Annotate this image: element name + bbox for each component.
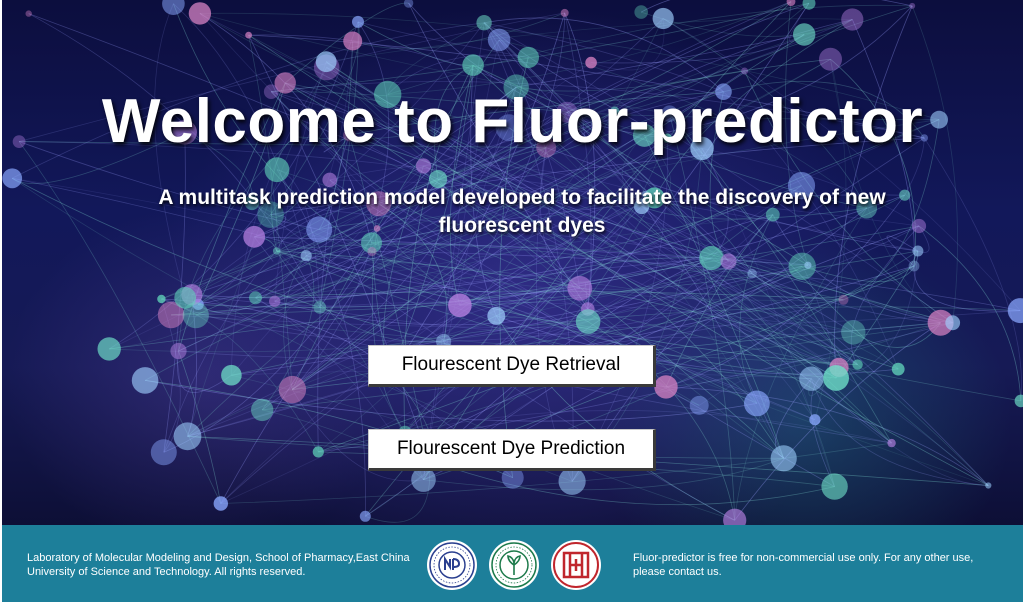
network-node [367, 246, 377, 257]
network-node [852, 359, 863, 370]
footer-license-notice: Fluor-predictor is free for non-commerci… [633, 552, 974, 578]
network-node [699, 245, 724, 271]
network-node [652, 7, 674, 30]
network-node [887, 438, 896, 448]
network-node [770, 445, 797, 472]
network-node [891, 362, 905, 376]
network-node [909, 2, 916, 9]
page-title: Welcome to Fluor-predictor [101, 87, 924, 156]
school-of-pharmacy-logo [489, 540, 539, 590]
network-node [799, 366, 824, 391]
network-node [251, 398, 274, 422]
network-node [188, 2, 212, 25]
hero-banner: Welcome to Fluor-predictor A multitask p… [2, 0, 1023, 525]
network-node [2, 168, 23, 189]
network-node [25, 10, 32, 17]
network-node [462, 54, 484, 76]
network-node [272, 247, 281, 255]
network-node [585, 56, 597, 69]
network-node [487, 306, 506, 325]
network-node [249, 291, 262, 305]
network-node [821, 473, 848, 500]
network-node [278, 375, 307, 404]
network-node [476, 15, 492, 31]
network-node [352, 15, 364, 28]
network-node [823, 365, 849, 391]
network-node [654, 375, 678, 399]
network-node [567, 275, 593, 301]
network-node [487, 28, 511, 52]
network-node [841, 8, 864, 31]
network-node [558, 467, 586, 495]
network-node [173, 422, 202, 451]
network-node [912, 245, 924, 257]
network-node [315, 51, 337, 73]
network-node [809, 414, 821, 426]
network-node [174, 286, 197, 309]
network-node [804, 261, 812, 269]
network-node [1014, 394, 1023, 408]
dye-retrieval-button[interactable]: Flourescent Dye Retrieval [368, 345, 656, 387]
lab-logo [551, 540, 601, 590]
network-node [575, 309, 601, 334]
network-node [150, 439, 177, 466]
footer-copyright: Laboratory of Molecular Modeling and Des… [27, 552, 410, 578]
network-node [415, 158, 432, 174]
network-node [343, 31, 363, 51]
network-node [245, 31, 253, 39]
network-node [1007, 298, 1023, 324]
network-node [131, 367, 159, 394]
network-node [720, 253, 737, 270]
network-node [723, 508, 747, 525]
network-node [221, 364, 242, 386]
network-node [985, 482, 992, 489]
network-node [157, 294, 166, 304]
network-node [312, 446, 324, 458]
network-node [448, 293, 472, 318]
network-node [747, 268, 757, 279]
network-node [213, 496, 228, 511]
network-node [788, 252, 816, 280]
ecust-logo [427, 540, 477, 590]
page-subtitle: A multitask prediction model developed t… [158, 186, 886, 237]
network-node [911, 218, 927, 234]
network-node [517, 46, 539, 69]
network-node [819, 47, 842, 71]
network-node [741, 67, 749, 75]
network-node [838, 294, 849, 305]
network-node [744, 390, 770, 417]
footer: Laboratory of Molecular Modeling and Des… [2, 525, 1023, 602]
network-node [634, 5, 648, 19]
network-node [170, 342, 187, 360]
network-node [841, 320, 866, 345]
network-node [908, 260, 920, 272]
network-node [793, 23, 816, 46]
network-node [560, 8, 569, 17]
network-node [162, 0, 185, 15]
network-node [264, 157, 290, 183]
network-node [945, 315, 961, 331]
network-node [300, 250, 312, 262]
network-node [97, 337, 121, 361]
network-node [313, 300, 327, 314]
network-node [269, 295, 281, 307]
network-node [359, 510, 371, 522]
network-node [689, 395, 709, 415]
dye-prediction-button[interactable]: Flourescent Dye Prediction [368, 429, 656, 471]
